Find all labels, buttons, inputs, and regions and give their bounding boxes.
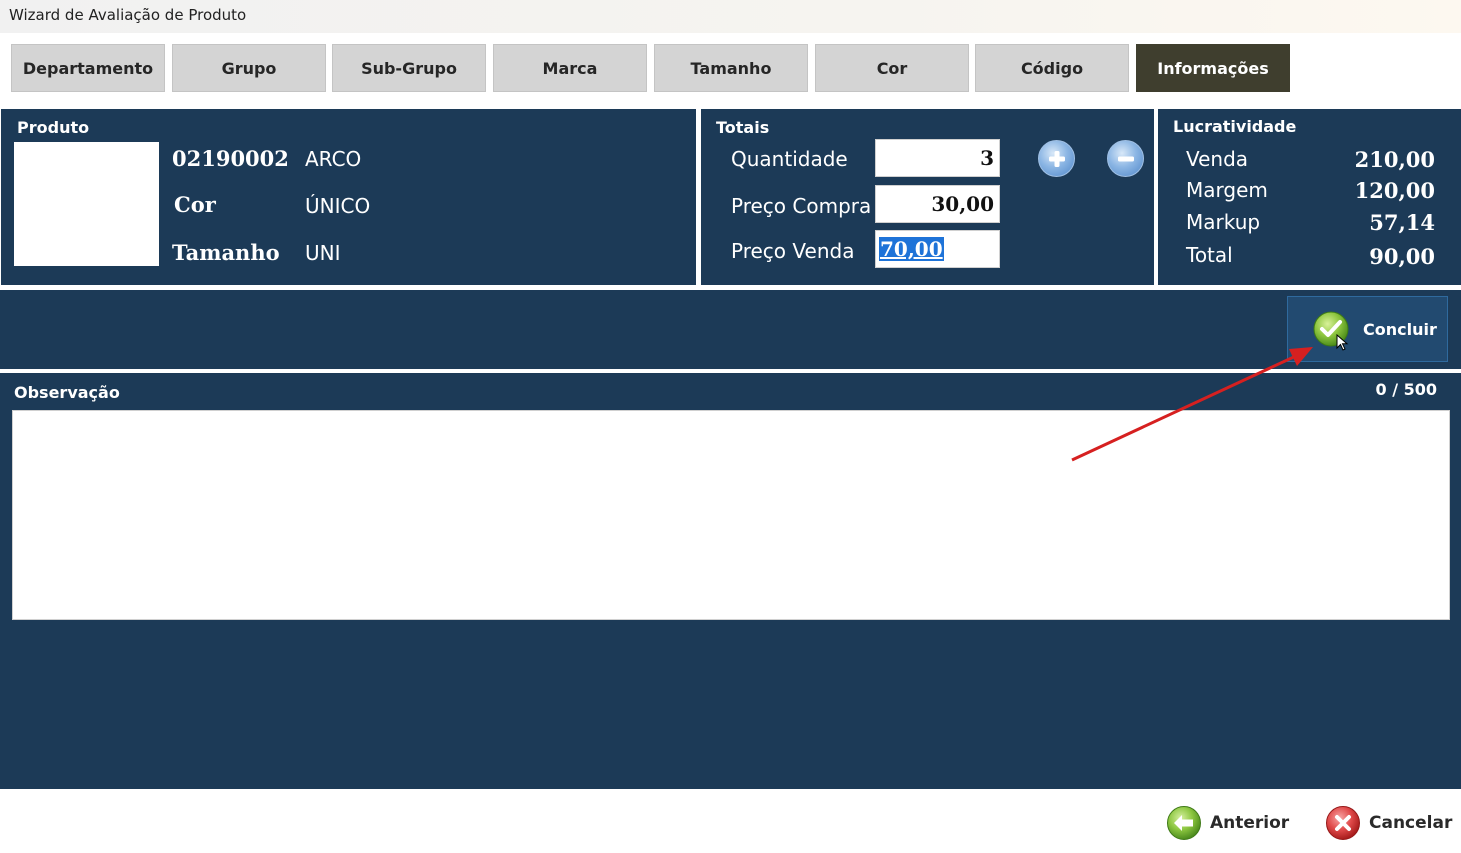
cor-value: ÚNICO bbox=[305, 194, 371, 218]
tab-tamanho[interactable]: Tamanho bbox=[654, 44, 808, 92]
preco-venda-selected-text: 70,00 bbox=[879, 237, 944, 261]
margem-label: Margem bbox=[1186, 178, 1268, 202]
observacao-textarea[interactable] bbox=[12, 410, 1450, 620]
preco-venda-label: Preço Venda bbox=[731, 239, 855, 263]
product-image bbox=[14, 142, 159, 266]
lucratividade-title: Lucratividade bbox=[1173, 117, 1297, 136]
arrow-left-icon bbox=[1167, 806, 1201, 840]
concluir-button[interactable]: Concluir bbox=[1287, 296, 1448, 362]
tab-codigo[interactable]: Código bbox=[975, 44, 1129, 92]
observacao-title: Observação bbox=[14, 383, 120, 402]
observacao-char-counter: 0 / 500 bbox=[1375, 380, 1437, 399]
quantidade-field[interactable]: 3 bbox=[875, 139, 1000, 177]
window-title: Wizard de Avaliação de Produto bbox=[9, 6, 247, 24]
tab-informacoes[interactable]: Informações bbox=[1136, 44, 1290, 92]
preco-compra-label: Preço Compra bbox=[731, 194, 872, 218]
tab-grupo[interactable]: Grupo bbox=[172, 44, 326, 92]
venda-label: Venda bbox=[1186, 147, 1249, 171]
preco-venda-field[interactable]: 70,00 bbox=[875, 230, 1000, 268]
markup-value: 57,14 bbox=[1369, 210, 1435, 235]
action-band: Concluir bbox=[0, 290, 1461, 369]
decrease-quantity-button[interactable] bbox=[1107, 140, 1144, 177]
cancelar-button[interactable]: Cancelar bbox=[1325, 805, 1452, 841]
tamanho-label: Tamanho bbox=[172, 240, 280, 265]
wizard-tabbar: Departamento Grupo Sub-Grupo Marca Taman… bbox=[0, 33, 1461, 103]
totais-title: Totais bbox=[716, 118, 770, 137]
close-icon bbox=[1326, 806, 1360, 840]
markup-label: Markup bbox=[1186, 210, 1261, 234]
total-label: Total bbox=[1186, 243, 1233, 267]
anterior-button[interactable]: Anterior bbox=[1166, 805, 1289, 841]
tab-marca[interactable]: Marca bbox=[493, 44, 647, 92]
venda-value: 210,00 bbox=[1354, 147, 1435, 172]
minus-icon bbox=[1117, 156, 1134, 161]
increase-quantity-button[interactable] bbox=[1038, 140, 1075, 177]
anterior-label: Anterior bbox=[1210, 813, 1290, 833]
totais-panel: Totais Quantidade 3 Preço Compra 30,00 P… bbox=[701, 109, 1154, 285]
cancelar-label: Cancelar bbox=[1369, 813, 1453, 833]
window-titlebar: Wizard de Avaliação de Produto bbox=[0, 0, 1461, 33]
plus-icon bbox=[1048, 150, 1065, 167]
produto-panel: Produto 02190002 ARCO Cor ÚNICO Tamanho … bbox=[1, 109, 696, 285]
tab-departamento[interactable]: Departamento bbox=[11, 44, 165, 92]
produto-title: Produto bbox=[17, 118, 90, 137]
product-name: ARCO bbox=[305, 147, 362, 171]
concluir-label: Concluir bbox=[1363, 319, 1437, 339]
tamanho-value: UNI bbox=[305, 241, 341, 265]
preco-compra-field[interactable]: 30,00 bbox=[875, 185, 1000, 223]
tab-sub-grupo[interactable]: Sub-Grupo bbox=[332, 44, 486, 92]
observacao-panel: Observação 0 / 500 bbox=[0, 373, 1461, 789]
product-code: 02190002 bbox=[172, 146, 289, 171]
quantidade-label: Quantidade bbox=[731, 147, 848, 171]
total-value: 90,00 bbox=[1369, 244, 1435, 269]
mouse-cursor-icon bbox=[1336, 334, 1349, 351]
lucratividade-panel: Lucratividade Venda 210,00 Margem 120,00… bbox=[1158, 109, 1461, 285]
margem-value: 120,00 bbox=[1354, 178, 1435, 203]
cor-label: Cor bbox=[174, 192, 216, 217]
tab-cor[interactable]: Cor bbox=[815, 44, 969, 92]
